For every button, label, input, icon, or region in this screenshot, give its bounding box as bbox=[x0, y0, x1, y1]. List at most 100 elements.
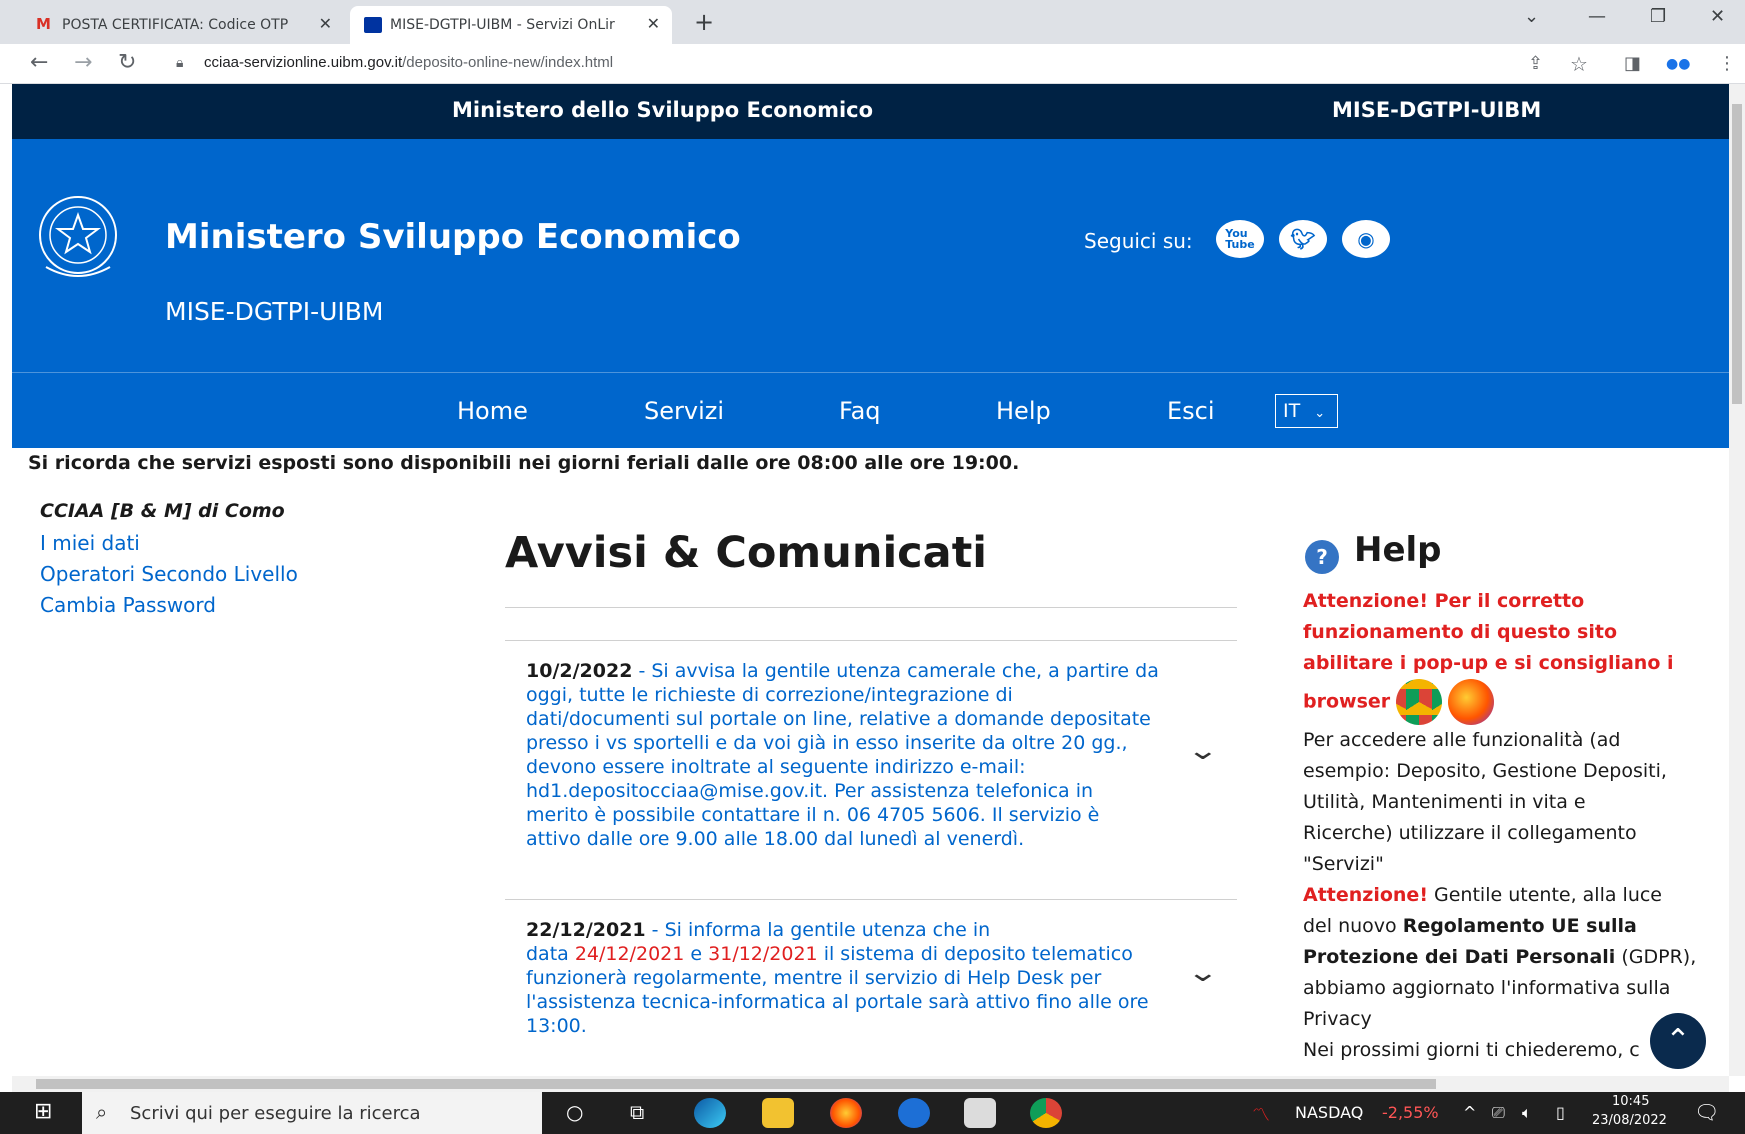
firefox-taskbar-icon[interactable] bbox=[830, 1098, 862, 1128]
site-title[interactable]: Ministero Sviluppo Economico bbox=[165, 217, 741, 257]
availability-notice: Si ricorda che servizi esposti sono disp… bbox=[28, 452, 1020, 474]
news-date: 10/2/2022 bbox=[526, 660, 633, 682]
windows-start-icon[interactable]: ⊞ bbox=[34, 1099, 52, 1124]
side-panel-icon[interactable]: ◨ bbox=[1624, 53, 1641, 74]
vertical-scrollbar[interactable] bbox=[1729, 84, 1745, 1076]
divider bbox=[505, 607, 1237, 608]
ministry-ribbon: Ministero dello Sviluppo Economico MISE-… bbox=[12, 84, 1729, 139]
ticker-name[interactable]: NASDAQ bbox=[1295, 1103, 1363, 1122]
youtube-icon[interactable]: You Tube bbox=[1216, 220, 1264, 258]
tab-posta-certificata[interactable]: M POSTA CERTIFICATA: Codice OTP ✕ bbox=[22, 6, 344, 44]
app-icon[interactable] bbox=[898, 1098, 930, 1128]
menu-dots-icon[interactable]: ⋮ bbox=[1718, 53, 1736, 74]
language-select[interactable]: IT ⌄ bbox=[1275, 394, 1338, 428]
help-text-line: Utilità, Mantenimenti in vita e bbox=[1303, 791, 1586, 813]
menu-faq[interactable]: Faq bbox=[839, 397, 881, 425]
site-subtitle: MISE-DGTPI-UIBM bbox=[165, 297, 384, 326]
help-text-line: Gentile utente, alla luce bbox=[1427, 884, 1662, 906]
address-bar: ← → ↻ 🔒︎ cciaa-servizionline.uibm.gov.it… bbox=[0, 44, 1745, 84]
close-window-icon[interactable]: ✕ bbox=[1710, 6, 1725, 27]
profile-icon[interactable]: ●● bbox=[1666, 56, 1690, 72]
help-text-line: Per accedere alle funzionalità (ad bbox=[1303, 729, 1621, 751]
expand-chevron-icon[interactable]: ⌄ bbox=[1187, 958, 1220, 988]
notifications-icon[interactable]: 🗨︎ bbox=[1694, 1100, 1719, 1124]
clock-time[interactable]: 10:45 bbox=[1612, 1094, 1649, 1109]
menu-esci[interactable]: Esci bbox=[1167, 397, 1215, 425]
rss-icon[interactable]: ◉ bbox=[1342, 220, 1390, 258]
menu-servizi[interactable]: Servizi bbox=[644, 397, 724, 425]
bookmark-star-icon[interactable]: ☆ bbox=[1570, 52, 1588, 76]
chrome-icon[interactable] bbox=[1396, 679, 1443, 725]
help-warning: funzionamento di questo sito bbox=[1303, 621, 1618, 643]
news-item[interactable]: 10/2/2022 - Si avvisa la gentile utenza … bbox=[526, 659, 1216, 851]
edge-icon[interactable] bbox=[694, 1098, 726, 1128]
expand-chevron-icon[interactable]: ⌄ bbox=[1187, 736, 1220, 766]
document-app-icon[interactable] bbox=[964, 1098, 996, 1128]
page-title: Avvisi & Comunicati bbox=[505, 528, 987, 578]
site-header: Ministero Sviluppo Economico MISE-DGTPI-… bbox=[12, 139, 1729, 373]
news-item[interactable]: 22/12/2021 - Si informa la gentile utenz… bbox=[526, 918, 1216, 1038]
ribbon-right-label[interactable]: MISE-DGTPI-UIBM bbox=[1332, 98, 1541, 122]
back-icon[interactable]: ← bbox=[30, 50, 48, 75]
news-text: e bbox=[684, 943, 709, 965]
help-content: Attenzione! Per il corretto funzionament… bbox=[1303, 586, 1703, 1066]
sidebar-link-miei-dati[interactable]: I miei dati bbox=[40, 531, 140, 555]
scrollbar-thumb[interactable] bbox=[36, 1079, 1436, 1089]
help-text-line: Nei prossimi giorni ti chiederemo, c bbox=[1303, 1039, 1640, 1061]
help-warning: abilitare i pop-up e si consigliano i bbox=[1303, 652, 1674, 674]
news-text: funzionerà regolarmente, mentre il servi… bbox=[526, 967, 1102, 989]
help-text-line: esempio: Deposito, Gestione Depositi, bbox=[1303, 760, 1667, 782]
share-icon[interactable]: ⇪ bbox=[1528, 53, 1543, 74]
sidebar-link-cambia-password[interactable]: Cambia Password bbox=[40, 593, 216, 617]
sidebar-link-operatori[interactable]: Operatori Secondo Livello bbox=[40, 562, 298, 586]
url-field[interactable]: cciaa-servizionline.uibm.gov.it/deposito… bbox=[204, 54, 613, 71]
help-title: Help bbox=[1354, 530, 1442, 570]
follow-label: Seguici su: bbox=[1084, 229, 1193, 253]
file-explorer-icon[interactable] bbox=[762, 1098, 794, 1128]
reload-icon[interactable]: ↻ bbox=[118, 50, 136, 75]
tab-search-icon[interactable]: ⌄ bbox=[1524, 6, 1539, 27]
stock-chart-icon: 〽 bbox=[1252, 1105, 1270, 1126]
url-path: /deposito-online-new/index.html bbox=[402, 54, 614, 71]
chrome-taskbar-icon[interactable] bbox=[1030, 1098, 1062, 1128]
new-tab-button[interactable]: + bbox=[694, 8, 714, 36]
close-tab-icon[interactable]: ✕ bbox=[319, 14, 332, 33]
close-tab-icon[interactable]: ✕ bbox=[647, 14, 660, 33]
chevron-down-icon: ⌄ bbox=[1314, 406, 1326, 421]
tab-mise-servizi[interactable]: MISE-DGTPI-UIBM - Servizi OnLir ✕ bbox=[350, 6, 672, 44]
help-warning: Attenzione! bbox=[1303, 884, 1428, 906]
scroll-to-top-button[interactable]: ⌃ bbox=[1650, 1013, 1706, 1069]
help-text-line: Privacy bbox=[1303, 1008, 1372, 1030]
help-bold: Regolamento UE sulla bbox=[1402, 915, 1637, 937]
minimize-icon[interactable]: — bbox=[1588, 6, 1606, 27]
gmail-icon: M bbox=[36, 15, 51, 33]
cortana-icon[interactable]: ○ bbox=[566, 1100, 583, 1124]
forward-icon[interactable]: → bbox=[74, 50, 92, 75]
scrollbar-thumb[interactable] bbox=[1732, 104, 1742, 404]
news-text: presso i vs sportelli e da voi già in es… bbox=[526, 732, 1128, 754]
news-text: il sistema di deposito telematico bbox=[817, 943, 1133, 965]
ribbon-left-label[interactable]: Ministero dello Sviluppo Economico bbox=[452, 98, 873, 122]
news-text: merito è possibile contattare il n. 06 4… bbox=[526, 804, 1100, 826]
network-icon[interactable]: ⎚ bbox=[1492, 1103, 1505, 1123]
taskbar-search[interactable]: ⌕ Scrivi qui per eseguire la ricerca bbox=[82, 1092, 542, 1134]
menu-home[interactable]: Home bbox=[457, 397, 528, 425]
news-date-highlight: 31/12/2021 bbox=[708, 943, 818, 965]
menu-help[interactable]: Help bbox=[996, 397, 1051, 425]
horizontal-scrollbar[interactable] bbox=[12, 1076, 1729, 1092]
browser-icons bbox=[1396, 679, 1495, 725]
windows-taskbar: ⊞ ⌕ Scrivi qui per eseguire la ricerca ○… bbox=[0, 1092, 1745, 1134]
tray-chevron-icon[interactable]: ^ bbox=[1463, 1103, 1476, 1122]
restore-icon[interactable]: ❐ bbox=[1650, 6, 1666, 27]
task-view-icon[interactable]: ⧉ bbox=[630, 1100, 644, 1124]
news-text: data bbox=[526, 943, 575, 965]
tab-label: POSTA CERTIFICATA: Codice OTP bbox=[62, 17, 289, 33]
twitter-icon[interactable]: 🐦︎ bbox=[1279, 220, 1327, 258]
volume-icon[interactable]: 🔈︎ bbox=[1522, 1103, 1532, 1123]
firefox-icon[interactable] bbox=[1448, 679, 1495, 725]
news-text: oggi, tutte le richieste di correzione/i… bbox=[526, 684, 1013, 706]
clock-date[interactable]: 23/08/2022 bbox=[1592, 1113, 1667, 1128]
battery-icon[interactable]: ▯ bbox=[1556, 1103, 1565, 1122]
search-icon: ⌕ bbox=[96, 1100, 108, 1124]
divider bbox=[505, 640, 1237, 641]
